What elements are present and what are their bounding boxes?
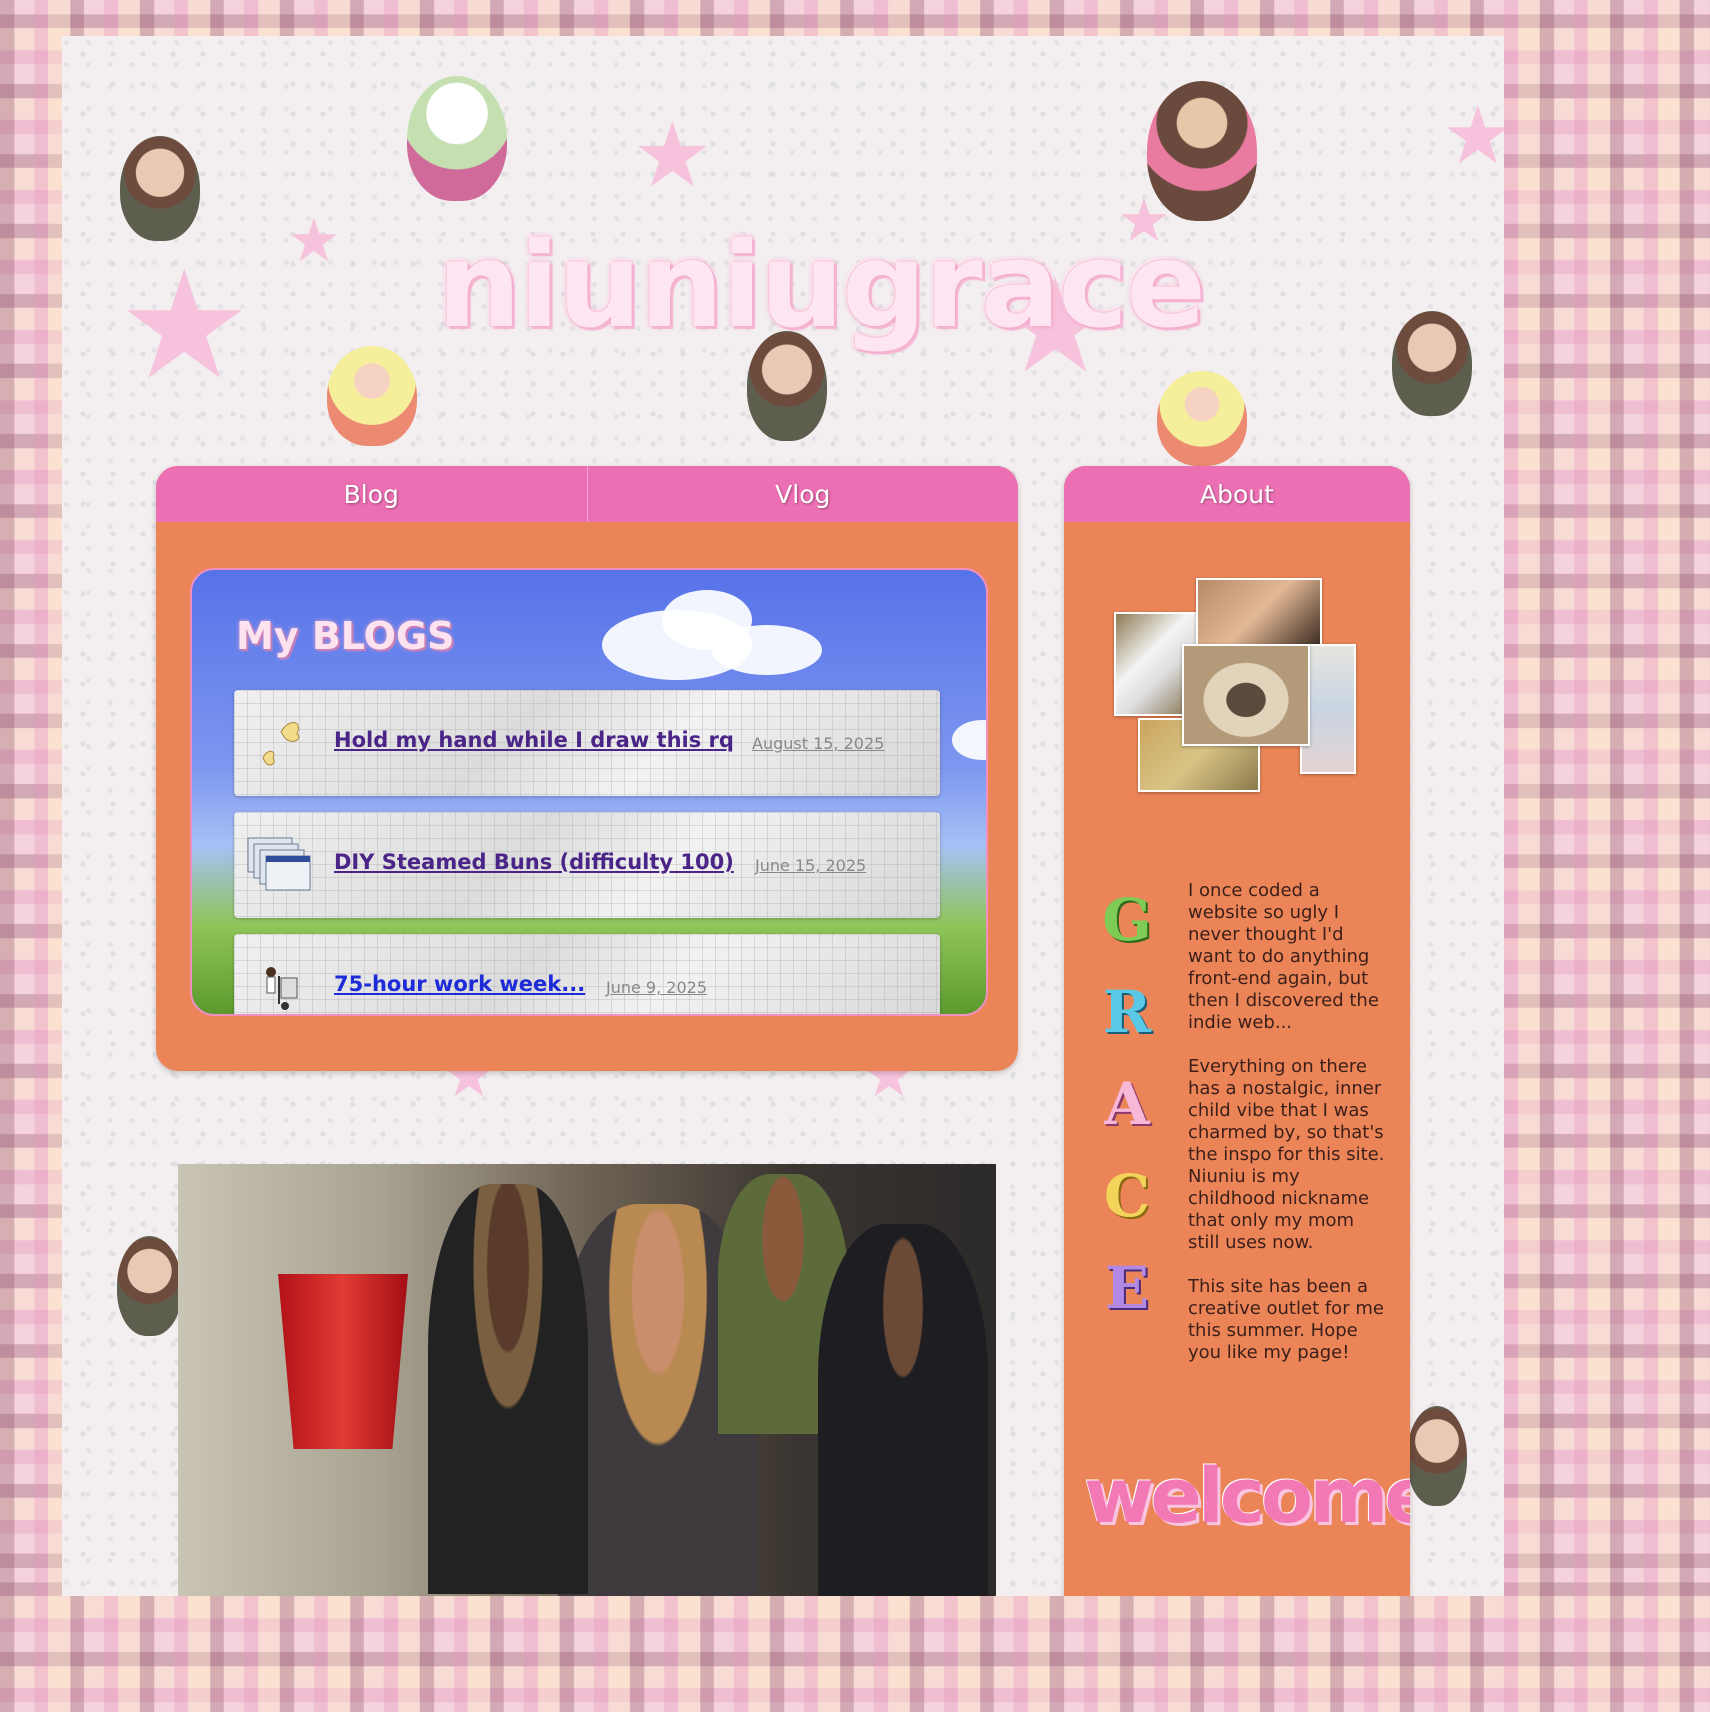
glitter-letter-a: A: [1104, 1070, 1150, 1138]
tab-blog[interactable]: Blog: [156, 466, 588, 522]
dolly-worker-icon: [246, 956, 316, 1014]
stacked-windows-icon: [246, 834, 316, 898]
person-silhouette: [428, 1184, 588, 1594]
welcome-graphic: welcome: [1084, 1451, 1410, 1540]
post-date-link[interactable]: August 15, 2025: [752, 734, 884, 753]
blog-post-item: Hold my hand while I draw this rq August…: [234, 690, 940, 796]
pink-star-icon: ★: [1442, 89, 1504, 182]
post-title-link[interactable]: 75-hour work week...: [334, 972, 585, 996]
chick-doll-icon: [327, 346, 417, 446]
person-silhouette: [818, 1224, 988, 1596]
pink-star-icon: ★: [632, 103, 713, 208]
blogs-heading: My BLOGS: [236, 614, 455, 658]
tab-about[interactable]: About: [1064, 466, 1410, 522]
cloud-shape: [952, 720, 986, 760]
chick-doll-icon: [1157, 371, 1247, 466]
tab-vlog[interactable]: Vlog: [588, 466, 1019, 522]
post-title-link[interactable]: Hold my hand while I draw this rq: [334, 728, 734, 752]
pink-star-icon: ★: [117, 239, 252, 413]
pink-star-icon: ★: [287, 206, 341, 276]
about-paragraph: I once coded a website so ugly I never t…: [1188, 880, 1379, 1033]
doll-figure-icon: [117, 1236, 182, 1336]
about-text: I once coded a website so ugly I never t…: [1188, 880, 1388, 1386]
grace-letter-column: G R A C E: [1092, 874, 1162, 1334]
glitter-letter-g: G: [1102, 886, 1152, 954]
glitter-letter-r: R: [1102, 978, 1152, 1046]
blog-post-item: 75-hour work week... June 9, 2025: [234, 934, 940, 1014]
doll-figure-icon: [1407, 1406, 1467, 1506]
doll-figure-icon: [120, 136, 200, 241]
butterflies-icon: [246, 712, 316, 776]
blog-post-item: DIY Steamed Buns (difficulty 100) June 1…: [234, 812, 940, 918]
selfie-photo: [1196, 578, 1322, 648]
site-title: niuniugrace: [437, 216, 1206, 354]
blog-panel: Blog Vlog My BLOGS Hold my hand while I …: [156, 466, 1018, 1071]
about-paragraph: This site has been a creative outlet for…: [1188, 1276, 1384, 1363]
glitter-letter-c: C: [1103, 1162, 1151, 1230]
cloud-shape: [712, 625, 822, 675]
nav-tabs: Blog Vlog: [156, 466, 1018, 522]
about-paragraph: Everything on there has a nostalgic, inn…: [1188, 1056, 1385, 1253]
post-date-link[interactable]: June 15, 2025: [755, 856, 866, 875]
hello-kitty-snowboard-icon: [407, 76, 507, 201]
monkey-plush-icon: [1147, 81, 1257, 221]
glitter-letter-e: E: [1104, 1254, 1150, 1322]
cat-bed-photo: [1182, 644, 1310, 746]
post-date-link[interactable]: June 9, 2025: [606, 978, 707, 997]
about-panel: About G R A C E I once coded a website s…: [1064, 466, 1410, 1596]
photo-collage: [1114, 578, 1359, 793]
party-photo: [178, 1164, 996, 1596]
post-title-link[interactable]: DIY Steamed Buns (difficulty 100): [334, 850, 734, 874]
red-cup-shape: [278, 1274, 408, 1449]
doll-figure-icon: [1392, 311, 1472, 416]
blog-list-window[interactable]: My BLOGS Hold my hand while I draw this …: [190, 568, 988, 1016]
page-background: ★ ★ ★ ★ ★ ★ ★ ★ niuniugrace Blog Vlog My…: [62, 36, 1504, 1596]
